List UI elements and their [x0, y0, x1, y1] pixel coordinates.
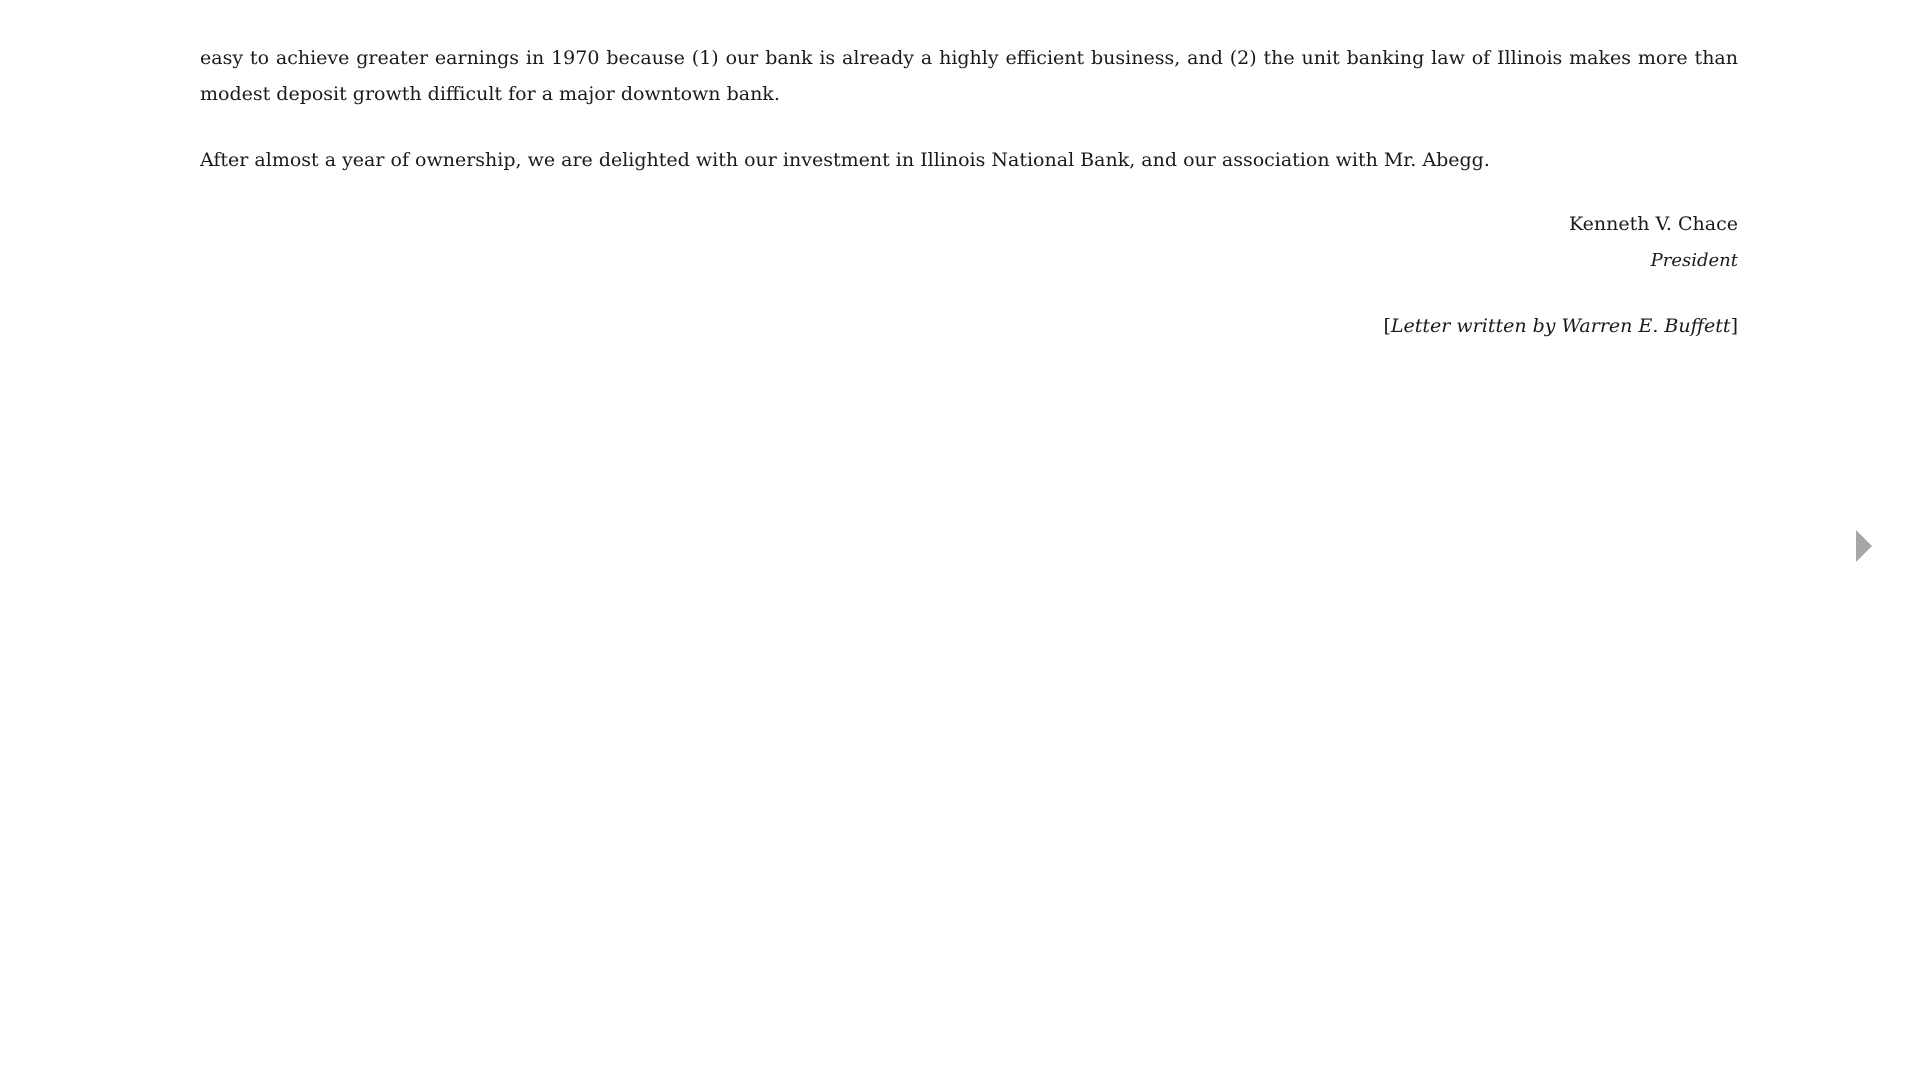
signature-block: Kenneth V. Chace President	[200, 206, 1738, 280]
chevron-right-icon	[1856, 530, 1872, 562]
attribution-close-bracket: ]	[1730, 315, 1738, 337]
signer-title: President	[1650, 250, 1738, 271]
next-page-button[interactable]	[1852, 526, 1876, 566]
body-paragraph: After almost a year of ownership, we are…	[200, 149, 1490, 171]
document-page: easy to achieve greater earnings in 1970…	[200, 40, 1738, 344]
letter-attribution: [Letter written by Warren E. Buffett]	[200, 308, 1738, 344]
attribution-open-bracket: [	[1383, 315, 1391, 337]
signer-name: Kenneth V. Chace	[1568, 213, 1738, 235]
body-paragraph: easy to achieve greater earnings in 1970…	[200, 47, 1738, 105]
attribution-text: Letter written by Warren E. Buffett	[1390, 315, 1731, 337]
